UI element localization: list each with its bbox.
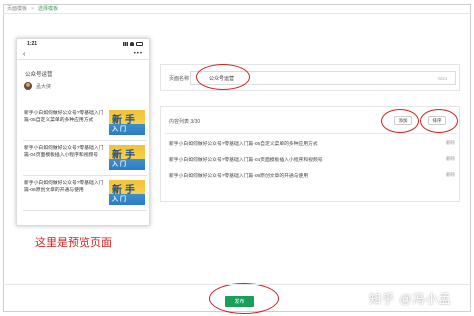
phone-preview: 1:21 ‹ ••• 公众号运营 孟大侠 新手小白如何做好公众号?零基础入门篇-… bbox=[16, 38, 150, 226]
page-name-label: 页面名称 bbox=[169, 76, 190, 82]
thumbnail-small-text: 入门 bbox=[112, 197, 129, 203]
list-divider bbox=[165, 133, 457, 134]
content-list-label: 内容列表 3/30 bbox=[169, 118, 200, 125]
battery-icon bbox=[136, 42, 143, 46]
breadcrumb-separator: > bbox=[31, 6, 34, 12]
article-title: 新手小白如何做好公众号?零基础入门篇-04页面模板插入小程序和视频号 bbox=[24, 146, 104, 158]
breadcrumb-current: 选择模板 bbox=[37, 6, 58, 12]
author: 孟大侠 bbox=[24, 82, 149, 90]
highlight-circle-sort bbox=[420, 109, 458, 133]
article-item[interactable]: 新手小白如何做好公众号?零基础入门篇-06原创文章的开通与使用 新手 入门 bbox=[23, 177, 147, 211]
preview-annotation: 这里是预览页面 bbox=[35, 237, 112, 249]
watermark: 知乎 @冯小孟 bbox=[369, 292, 452, 306]
publish-button[interactable]: 发布 bbox=[225, 296, 254, 307]
avatar bbox=[24, 82, 32, 90]
article-item[interactable]: 新手小白如何做好公众号?零基础入门篇-04页面模板插入小程序和视频号 新手 入门 bbox=[23, 142, 147, 176]
article-item[interactable]: 新手小白如何做好公众号?零基础入门篇-05自定义菜单的多种应用方式 新手 入门 bbox=[23, 107, 147, 141]
status-time: 1:21 bbox=[27, 41, 38, 47]
thumbnail-small-text: 入门 bbox=[112, 162, 129, 168]
highlight-circle-name bbox=[196, 64, 250, 90]
more-icon[interactable]: ••• bbox=[134, 51, 143, 57]
article-title: 新手小白如何做好公众号?零基础入门篇-05自定义菜单的多种应用方式 bbox=[24, 111, 104, 123]
delete-link[interactable]: 删除 bbox=[446, 172, 455, 178]
content-list-count: 3/30 bbox=[190, 119, 201, 125]
author-name: 孟大侠 bbox=[36, 83, 52, 90]
list-row-title: 新手小白如何做好公众号?零基础入门篇-05自定义菜单的多种应用方式 bbox=[169, 142, 318, 147]
signal-icon bbox=[123, 42, 128, 46]
article-thumbnail: 新手 入门 bbox=[109, 180, 145, 205]
list-row-title: 新手小白如何做好公众号?零基础入门篇-04页面模板插入小程序和视频号 bbox=[169, 158, 323, 163]
delete-link[interactable]: 删除 bbox=[446, 156, 455, 162]
back-icon[interactable]: ‹ bbox=[23, 51, 25, 58]
list-row: 新手小白如何做好公众号?零基础入门篇-06原创文章的开通与使用 删除 bbox=[169, 172, 455, 179]
article-thumbnail: 新手 入门 bbox=[109, 110, 145, 135]
delete-link[interactable]: 删除 bbox=[446, 140, 455, 146]
footer-divider bbox=[3, 284, 471, 285]
phone-nav-bar: ‹ ••• bbox=[17, 49, 149, 60]
breadcrumb-parent-link[interactable]: 页面模板 bbox=[7, 6, 27, 12]
account-title: 公众号运营 bbox=[25, 72, 53, 78]
content-list-label-text: 内容列表 bbox=[169, 119, 190, 125]
breadcrumb-divider bbox=[3, 13, 471, 14]
thumbnail-small-text: 入门 bbox=[112, 127, 129, 133]
article-title: 新手小白如何做好公众号?零基础入门篇-06原创文章的开通与使用 bbox=[24, 181, 104, 193]
breadcrumb: 页面模板 > 选择模板 bbox=[7, 5, 58, 12]
status-icons bbox=[123, 42, 143, 46]
article-thumbnail: 新手 入门 bbox=[109, 145, 145, 170]
highlight-circle-add bbox=[381, 109, 419, 133]
list-row: 新手小白如何做好公众号?零基础入门篇-04页面模板插入小程序和视频号 删除 bbox=[169, 156, 455, 163]
wifi-icon bbox=[130, 42, 134, 46]
list-row: 新手小白如何做好公众号?零基础入门篇-05自定义菜单的多种应用方式 删除 bbox=[169, 140, 455, 147]
list-row-title: 新手小白如何做好公众号?零基础入门篇-06原创文章的开通与使用 bbox=[169, 174, 309, 179]
page-name-count: 5/24 bbox=[438, 75, 447, 81]
status-bar: 1:21 bbox=[17, 39, 149, 49]
